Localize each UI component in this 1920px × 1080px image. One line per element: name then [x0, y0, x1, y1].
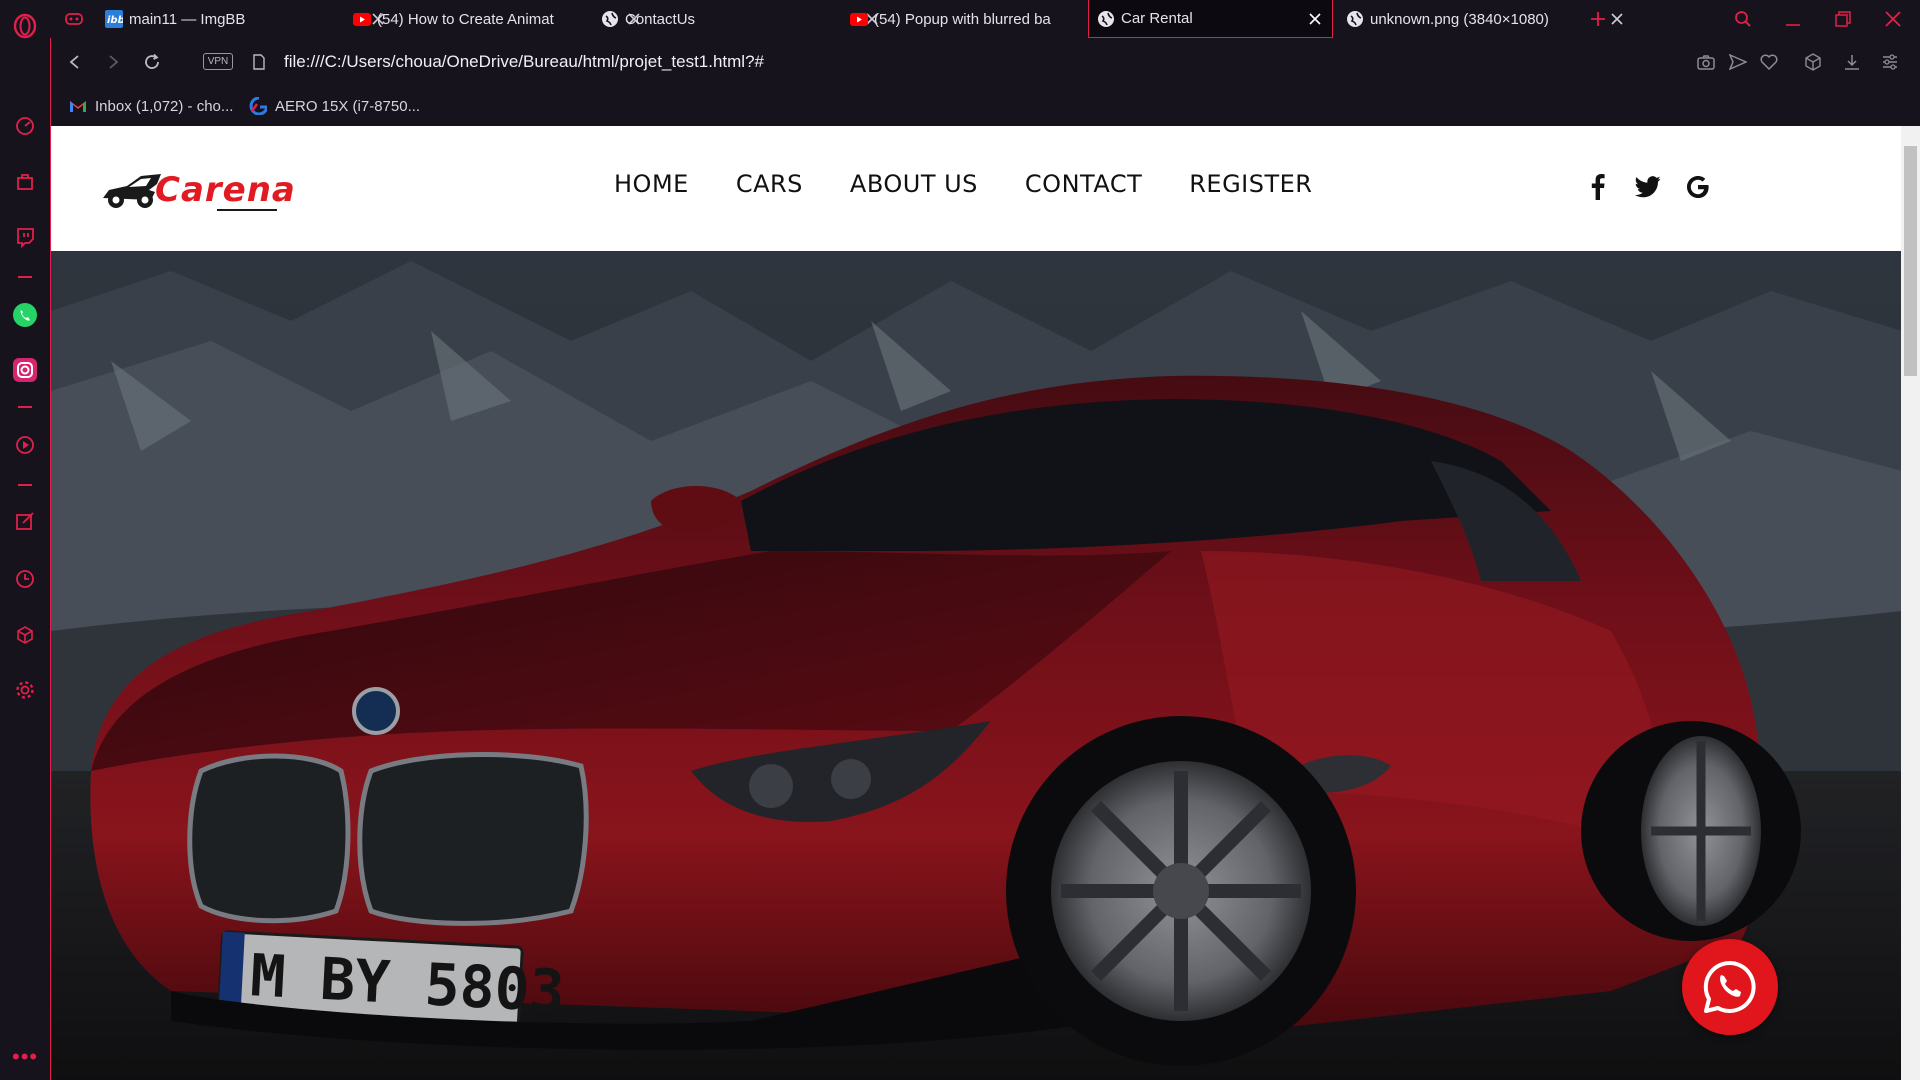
easy-setup-icon[interactable]	[1878, 50, 1902, 74]
download-icon[interactable]	[1840, 50, 1864, 74]
imgbb-icon: ibb	[105, 10, 123, 28]
tab-car-rental[interactable]: Car Rental	[1088, 0, 1333, 38]
back-icon[interactable]	[63, 50, 87, 74]
main-menu: HOME CARS ABOUT US CONTACT REGISTER	[614, 164, 1359, 214]
gigabyte-icon	[249, 97, 267, 115]
nav-register[interactable]: REGISTER	[1189, 164, 1312, 214]
sidebar-divider	[18, 484, 32, 486]
site-navbar: Carena HOME CARS ABOUT US CONTACT REGIST…	[51, 126, 1901, 251]
tab-youtube-animation[interactable]: (54) How to Create Animat	[353, 0, 643, 38]
whatsapp-float-button[interactable]	[1682, 939, 1778, 1035]
page-scrollbar[interactable]	[1901, 126, 1920, 1080]
whatsapp-icon	[1703, 960, 1756, 1013]
tab-title: main11 — ImgBB	[129, 10, 246, 28]
send-icon[interactable]	[1726, 50, 1750, 74]
site-logo[interactable]: Carena	[99, 160, 295, 220]
tab-title: Car Rental	[1121, 10, 1193, 27]
bookmark-label: Inbox (1,072) - cho...	[95, 97, 234, 115]
hero-banner: M BY 5803	[51, 251, 1901, 1080]
history-icon[interactable]	[12, 566, 38, 592]
speed-dial-icon[interactable]	[12, 113, 38, 139]
url-field[interactable]: file:///C:/Users/choua/OneDrive/Bureau/h…	[284, 50, 764, 74]
tab-title: (54) How to Create Animat	[377, 10, 554, 28]
logo-text: Carena	[155, 170, 296, 210]
globe-icon	[1346, 10, 1364, 28]
nav-cars[interactable]: CARS	[736, 164, 803, 214]
new-tab-plus-icon[interactable]	[1590, 0, 1614, 38]
twitch-icon[interactable]	[12, 224, 38, 250]
minimize-icon[interactable]	[1785, 0, 1809, 38]
instagram-icon[interactable]	[12, 357, 38, 383]
reload-icon[interactable]	[140, 50, 164, 74]
web-page: Carena HOME CARS ABOUT US CONTACT REGIST…	[50, 126, 1901, 1080]
more-icon[interactable]: •••	[12, 1044, 38, 1070]
extensions-icon[interactable]	[1801, 50, 1825, 74]
page-file-icon	[247, 50, 271, 74]
hero-car-image: M BY 5803	[51, 251, 1901, 1080]
forward-icon[interactable]	[101, 50, 125, 74]
bookmark-gmail[interactable]: Inbox (1,072) - cho...	[69, 95, 233, 117]
tab-contactus[interactable]: ContactUs	[601, 0, 881, 38]
social-links	[1583, 172, 1733, 202]
sidebar-divider	[18, 406, 32, 408]
globe-icon	[1097, 10, 1115, 28]
vpn-badge[interactable]: VPN	[203, 53, 233, 70]
nav-contact[interactable]: CONTACT	[1025, 164, 1142, 214]
nav-about-us[interactable]: ABOUT US	[850, 164, 978, 214]
player-icon[interactable]	[12, 432, 38, 458]
browser-sidebar: •••	[0, 0, 50, 1080]
facebook-icon[interactable]	[1583, 172, 1613, 202]
sidebar-divider	[18, 276, 32, 278]
settings-gear-icon[interactable]	[12, 677, 38, 703]
tab-title: unknown.png (3840×1080)	[1370, 10, 1549, 28]
youtube-icon	[850, 10, 868, 28]
globe-icon	[601, 10, 619, 28]
gmail-icon	[69, 97, 87, 115]
youtube-icon	[353, 10, 371, 28]
search-tabs-icon[interactable]	[1734, 0, 1758, 38]
twitter-icon[interactable]	[1633, 172, 1663, 202]
opera-menu-icon[interactable]	[12, 13, 38, 39]
extensions-cube-icon[interactable]	[12, 622, 38, 648]
nav-home[interactable]: HOME	[614, 164, 689, 214]
tab-bar: ibb main11 — ImgBB (54) How to Create An…	[50, 0, 1920, 38]
restore-icon[interactable]	[1835, 0, 1859, 38]
tab-title: (54) Popup with blurred ba	[874, 10, 1051, 28]
close-icon[interactable]	[1306, 10, 1324, 28]
google-icon[interactable]	[1683, 172, 1713, 202]
snapshot-camera-icon[interactable]	[1694, 50, 1718, 74]
bookmark-aero[interactable]: AERO 15X (i7-8750...	[249, 95, 420, 117]
bookmark-label: AERO 15X (i7-8750...	[275, 97, 421, 115]
scrollbar-thumb[interactable]	[1904, 146, 1917, 376]
whatsapp-icon[interactable]	[12, 302, 38, 328]
close-window-icon[interactable]	[1885, 0, 1909, 38]
pinboard-icon[interactable]	[12, 508, 38, 534]
browser-window: ••• ibb main11 — ImgBB (54) How to Creat…	[0, 0, 1920, 1080]
address-bar: VPN file:///C:/Users/choua/OneDrive/Bure…	[50, 38, 1920, 86]
heart-icon[interactable]	[1757, 50, 1781, 74]
tab-title: ContactUs	[625, 10, 696, 28]
tab-unknown-png[interactable]: unknown.png (3840×1080)	[1346, 0, 1626, 38]
workspace-icon[interactable]	[64, 0, 98, 38]
svg-text:ibb: ibb	[107, 15, 123, 26]
bookmarks-bar: Inbox (1,072) - cho... AERO 15X (i7-8750…	[50, 86, 1920, 126]
shopping-bag-icon[interactable]	[12, 168, 38, 194]
tab-imgbb[interactable]: ibb main11 — ImgBB	[105, 0, 387, 38]
